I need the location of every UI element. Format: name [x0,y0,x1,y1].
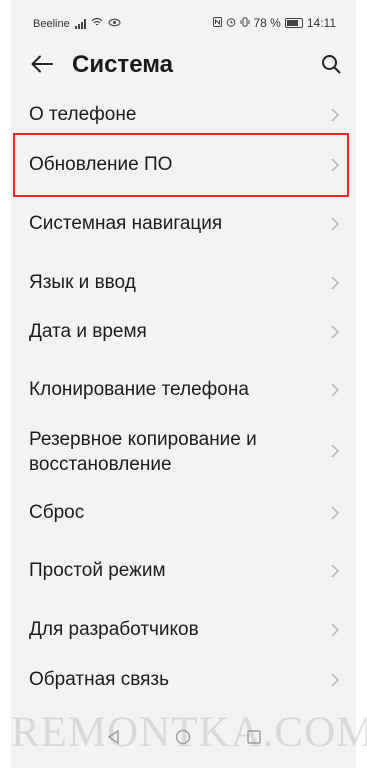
circle-home-icon [175,729,191,745]
menu-item-label: Обратная связь [29,669,169,690]
nfc-icon [212,16,222,30]
phone-screen: Beeline 78 % 14:11 Система О телефоне Об… [0,0,367,768]
page-title: Система [72,51,174,78]
square-recents-icon [247,730,261,744]
menu-item-feedback[interactable]: Обратная связь [11,660,356,700]
chevron-right-icon [331,325,340,339]
status-bar: Beeline 78 % 14:11 [11,0,356,46]
search-icon [322,55,341,74]
menu-item-label: Обновление ПО [29,154,173,175]
battery-icon [284,18,303,28]
back-button[interactable] [27,49,57,79]
menu-item-developer-options[interactable]: Для разработчиков [11,610,356,650]
chevron-right-icon [331,383,340,397]
menu-item-label: О телефоне [29,104,137,125]
wifi-icon [91,17,103,30]
alarm-icon [226,17,236,30]
chevron-right-icon [331,108,340,122]
menu-item-date-time[interactable]: Дата и время [11,312,356,352]
menu-item-system-navigation[interactable]: Системная навигация [11,204,356,244]
navigation-bar [11,716,356,758]
menu-item-label: Клонирование телефона [29,379,249,400]
eye-icon [108,18,121,30]
clock-time: 14:11 [306,16,336,30]
triangle-back-icon [107,729,119,745]
app-header: Система [11,46,356,86]
vibrate-icon [240,17,250,30]
menu-item-label-line2: восстановление [29,454,172,475]
chevron-right-icon [331,564,340,578]
chevron-right-icon [331,217,340,231]
frame-edge-right [356,0,367,768]
menu-item-label: Простой режим [29,560,166,581]
menu-item-phone-clone[interactable]: Клонирование телефона [11,370,356,410]
chevron-right-icon [331,673,340,687]
menu-item-label: Сброс [29,502,85,523]
signal-icon [74,18,86,29]
nav-recents-button[interactable] [243,726,265,748]
menu-item-label: Для разработчиков [29,619,199,640]
menu-item-backup-restore[interactable]: Резервное копирование и восстановление [11,424,356,480]
battery-percent: 78 % [253,16,281,30]
chevron-right-icon [331,506,340,520]
menu-item-software-update[interactable]: Обновление ПО [11,144,356,186]
status-left: Beeline [33,17,121,30]
arrow-left-icon [31,55,53,73]
chevron-right-icon [331,158,340,172]
menu-item-label: Дата и время [29,321,147,342]
chevron-right-icon [331,276,340,290]
menu-item-label: Резервное копирование и [29,429,257,450]
menu-item-simple-mode[interactable]: Простой режим [11,551,356,591]
chevron-right-icon [331,444,340,458]
nav-home-button[interactable] [172,726,194,748]
frame-edge-left [0,0,11,768]
menu-item-label: Язык и ввод [29,272,136,293]
nav-back-button[interactable] [103,726,125,748]
chevron-right-icon [331,623,340,637]
menu-item-label: Системная навигация [29,213,223,234]
menu-item-language-input[interactable]: Язык и ввод [11,263,356,303]
menu-item-about-phone[interactable]: О телефоне [11,96,356,134]
carrier-label: Beeline [33,17,70,30]
status-right: 78 % 14:11 [212,16,336,30]
search-button[interactable] [316,49,346,79]
menu-item-reset[interactable]: Сброс [11,493,356,533]
